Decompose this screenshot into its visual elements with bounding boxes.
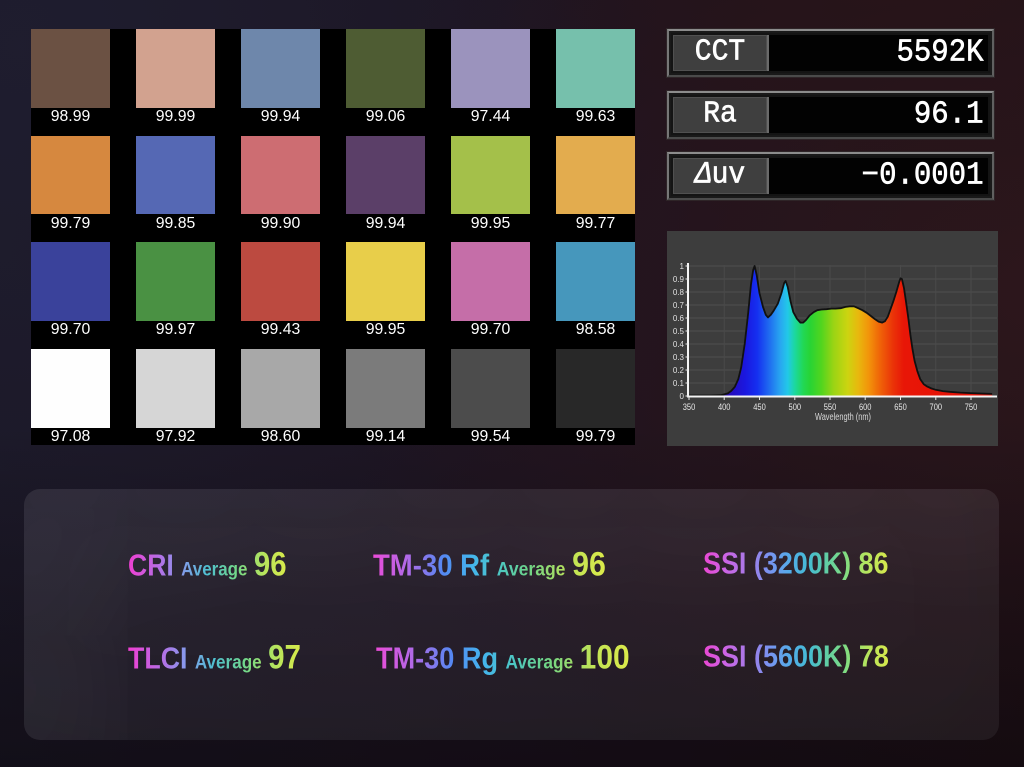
svg-text:450: 450 xyxy=(753,402,766,413)
svg-text:0.9: 0.9 xyxy=(673,275,685,284)
svg-text:0.1: 0.1 xyxy=(673,379,685,388)
svg-text:750: 750 xyxy=(965,402,978,413)
svg-text:0.3: 0.3 xyxy=(673,353,685,362)
svg-text:Wavelength (nm): Wavelength (nm) xyxy=(815,412,871,423)
svg-text:0: 0 xyxy=(680,392,685,401)
svg-text:0.6: 0.6 xyxy=(673,314,685,323)
svg-text:400: 400 xyxy=(718,402,731,413)
svg-text:650: 650 xyxy=(894,402,907,413)
svg-text:0.7: 0.7 xyxy=(673,301,685,310)
svg-text:1: 1 xyxy=(680,262,685,271)
svg-text:500: 500 xyxy=(789,402,802,413)
svg-text:0.2: 0.2 xyxy=(673,366,685,375)
svg-text:350: 350 xyxy=(683,402,696,413)
svg-text:0.8: 0.8 xyxy=(673,288,685,297)
svg-text:700: 700 xyxy=(930,402,943,413)
svg-text:0.4: 0.4 xyxy=(673,340,685,349)
svg-text:0.5: 0.5 xyxy=(673,327,685,336)
